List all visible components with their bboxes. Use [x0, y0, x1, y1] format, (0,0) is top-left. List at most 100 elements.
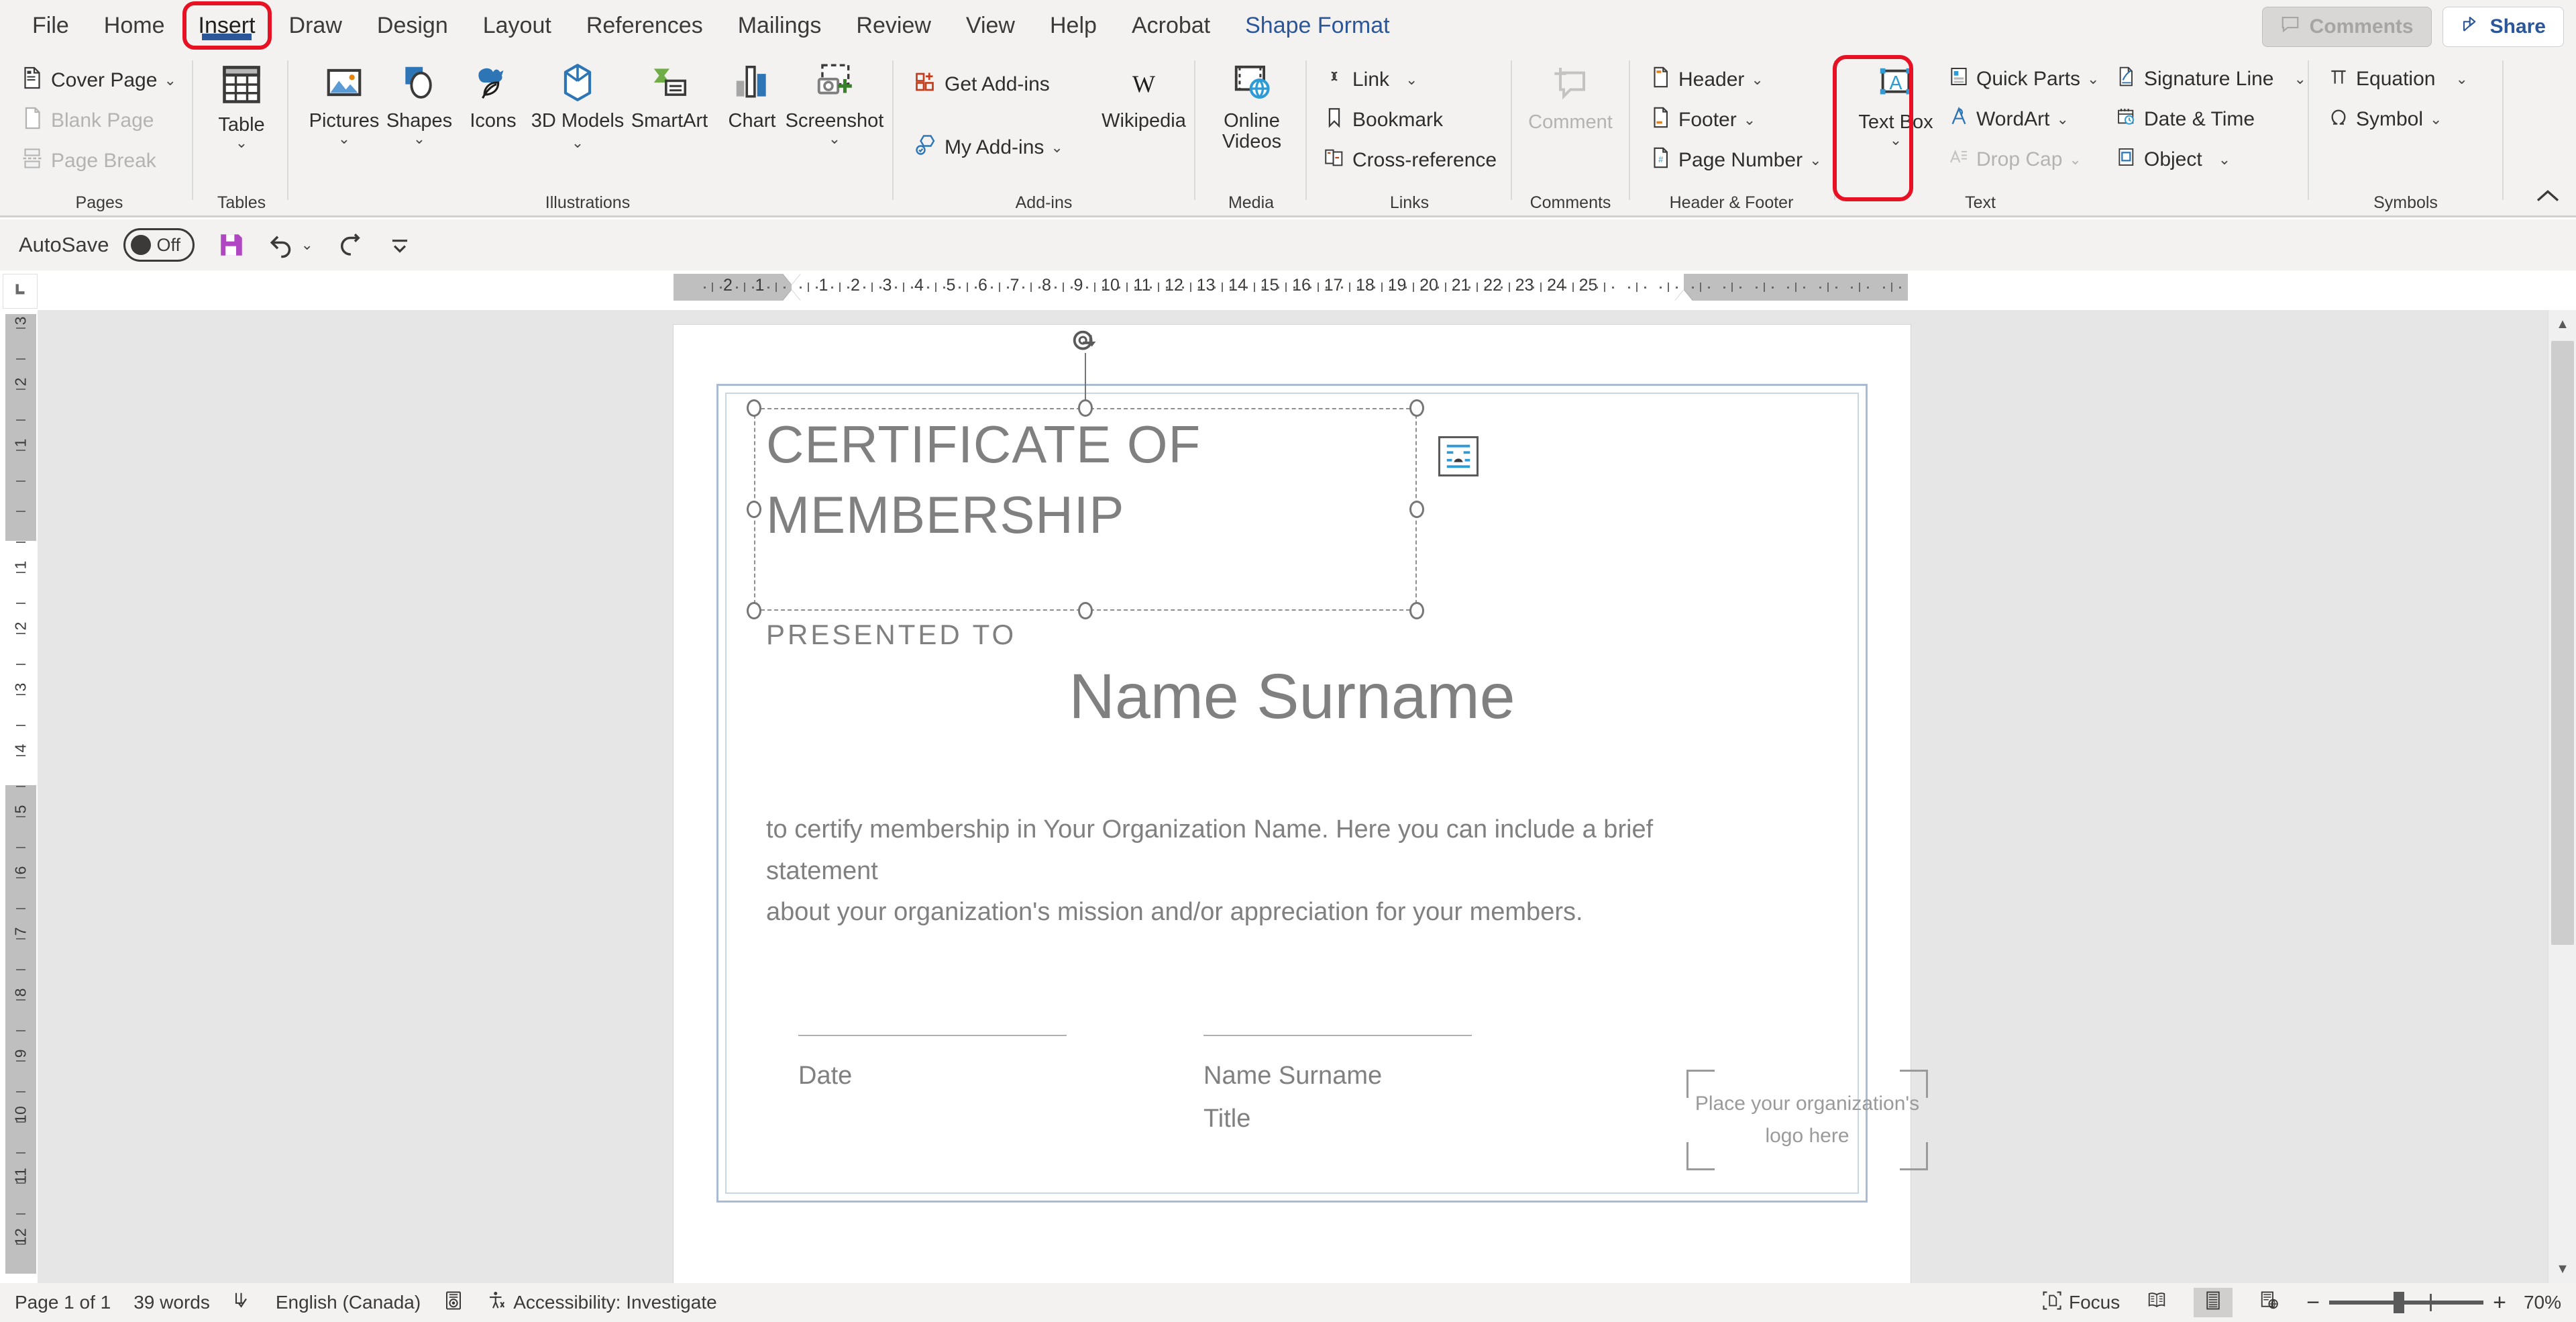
language-indicator[interactable]: English (Canada): [276, 1292, 421, 1313]
accessibility-status[interactable]: Accessibility: Investigate: [486, 1290, 716, 1315]
vruler-tick: [16, 389, 25, 390]
left-indent-marker[interactable]: [783, 290, 800, 301]
resize-handle-top-center[interactable]: [1078, 399, 1093, 417]
wikipedia-button[interactable]: W Wikipedia: [1093, 64, 1194, 132]
shapes-button[interactable]: Shapes ⌄: [382, 62, 456, 148]
resize-handle-middle-left[interactable]: [747, 501, 761, 518]
wordart-button[interactable]: WordArt ⌄: [1948, 106, 2069, 133]
link-button[interactable]: Link ⌄: [1323, 66, 1417, 94]
date-time-button[interactable]: Date & Time: [2116, 106, 2255, 133]
page-break-button[interactable]: Page Break: [20, 146, 156, 176]
tab-design[interactable]: Design: [360, 3, 466, 48]
read-mode-button[interactable]: [2137, 1288, 2176, 1317]
comments-button[interactable]: Comments: [2262, 7, 2432, 47]
undo-icon[interactable]: ⌄: [268, 231, 313, 259]
first-line-indent-marker[interactable]: [783, 274, 800, 285]
equation-button[interactable]: Equation ⌄: [2328, 66, 2468, 93]
save-icon[interactable]: [217, 231, 246, 259]
resize-handle-bottom-center[interactable]: [1078, 602, 1093, 619]
vertical-scrollbar[interactable]: ▲ ▼: [2548, 310, 2576, 1283]
tab-help[interactable]: Help: [1032, 3, 1114, 48]
horizontal-ruler[interactable]: 2112345678910111213141516171819202122232…: [674, 274, 1908, 301]
proofing-errors-icon[interactable]: [233, 1290, 253, 1315]
3d-models-button[interactable]: 3D Models ⌄: [527, 62, 628, 152]
quick-parts-button[interactable]: Quick Parts ⌄: [1948, 66, 2099, 93]
resize-handle-bottom-right[interactable]: [1409, 602, 1424, 619]
resize-handle-middle-right[interactable]: [1409, 501, 1424, 518]
zoom-thumb[interactable]: [2394, 1292, 2404, 1313]
page-count[interactable]: Page 1 of 1: [15, 1292, 111, 1313]
tab-insert[interactable]: Insert: [182, 1, 272, 50]
symbol-button[interactable]: Symbol ⌄: [2328, 106, 2442, 133]
get-addins-button[interactable]: Get Add-ins: [914, 70, 1050, 99]
zoom-out-icon[interactable]: −: [2306, 1291, 2320, 1314]
zoom-in-icon[interactable]: +: [2493, 1291, 2506, 1314]
pictures-button[interactable]: Pictures ⌄: [307, 62, 381, 148]
logo-placeholder[interactable]: Place your organization's logo here: [1686, 1070, 1928, 1170]
cover-page-button[interactable]: Cover Page ⌄: [20, 66, 176, 95]
header-button[interactable]: Header ⌄: [1649, 66, 1764, 94]
collapse-ribbon-button[interactable]: [2534, 187, 2561, 210]
autosave-toggle[interactable]: Off: [123, 228, 195, 262]
right-indent-marker[interactable]: [1675, 290, 1693, 301]
vertical-ruler[interactable]: 321123456789101112: [5, 314, 36, 1274]
tab-mailings[interactable]: Mailings: [720, 3, 839, 48]
resize-handle-top-right[interactable]: [1409, 399, 1424, 417]
focus-button[interactable]: Focus: [2042, 1290, 2120, 1315]
tab-review[interactable]: Review: [839, 3, 948, 48]
table-button[interactable]: Table ⌄: [205, 62, 278, 152]
drop-cap-button[interactable]: Drop Cap ⌄: [1948, 146, 2082, 173]
scroll-down-icon[interactable]: ▼: [2548, 1255, 2576, 1283]
tab-view[interactable]: View: [949, 3, 1032, 48]
tab-file[interactable]: File: [15, 3, 87, 48]
ruler-tick: [1580, 287, 1582, 289]
certificate-title-textbox[interactable]: CERTIFICATE OF MEMBERSHIP: [754, 408, 1417, 611]
tab-references[interactable]: References: [569, 3, 720, 48]
my-addins-button[interactable]: My Add-ins ⌄: [914, 133, 1063, 162]
scrollbar-thumb[interactable]: [2551, 341, 2574, 945]
bookmark-button[interactable]: Bookmark: [1323, 106, 1443, 134]
smartart-button[interactable]: SmartArt: [623, 62, 716, 132]
resize-handle-bottom-left[interactable]: [747, 602, 761, 619]
online-videos-button[interactable]: Online Videos: [1210, 62, 1293, 152]
tab-layout[interactable]: Layout: [466, 3, 569, 48]
footer-button[interactable]: Footer ⌄: [1649, 106, 1756, 134]
web-layout-button[interactable]: [2250, 1288, 2289, 1317]
resize-handle-top-left[interactable]: [747, 399, 761, 417]
text-box-button[interactable]: A Text Box ⌄: [1854, 63, 1937, 149]
group-separator: [1834, 60, 1835, 200]
editor-icon[interactable]: [443, 1290, 464, 1315]
share-button[interactable]: Share: [2443, 7, 2564, 47]
screenshot-button[interactable]: Screenshot ⌄: [781, 62, 888, 148]
tab-draw[interactable]: Draw: [272, 3, 360, 48]
tab-home[interactable]: Home: [87, 3, 182, 48]
page-number-button[interactable]: # Page Number ⌄: [1649, 146, 1822, 174]
blank-page-button[interactable]: Blank Page: [20, 106, 154, 136]
zoom-track[interactable]: [2329, 1301, 2483, 1305]
signature-line-button[interactable]: Signature Line ⌄: [2116, 66, 2306, 93]
redo-icon[interactable]: [336, 231, 364, 259]
document-page[interactable]: CERTIFICATE OF MEMBERSHIP: [674, 325, 1911, 1296]
word-count[interactable]: 39 words: [133, 1292, 210, 1313]
document-canvas[interactable]: CERTIFICATE OF MEMBERSHIP: [38, 310, 2549, 1283]
chart-button[interactable]: Chart: [715, 62, 789, 132]
zoom-slider[interactable]: − + 70%: [2306, 1291, 2561, 1314]
tab-stop-selector[interactable]: [3, 274, 38, 309]
cross-reference-button[interactable]: Cross-reference: [1323, 146, 1497, 174]
rotate-handle-icon[interactable]: [1070, 326, 1101, 360]
group-separator: [287, 60, 288, 200]
tab-acrobat[interactable]: Acrobat: [1114, 3, 1228, 48]
scroll-up-icon[interactable]: ▲: [2548, 310, 2576, 338]
customize-qat-icon[interactable]: [387, 232, 413, 258]
new-comment-button[interactable]: Comment: [1534, 64, 1607, 133]
ruler-tick: [935, 283, 936, 292]
layout-options-icon[interactable]: [1438, 436, 1479, 476]
ruler-tick: [927, 287, 929, 289]
object-button[interactable]: Object ⌄: [2116, 146, 2231, 173]
tab-shape-format[interactable]: Shape Format: [1228, 3, 1407, 48]
quick-parts-icon: [1948, 66, 1970, 93]
zoom-level[interactable]: 70%: [2524, 1292, 2561, 1313]
print-layout-button[interactable]: [2194, 1288, 2233, 1317]
icons-button[interactable]: Icons: [456, 62, 530, 132]
vruler-tick: [16, 1152, 25, 1154]
